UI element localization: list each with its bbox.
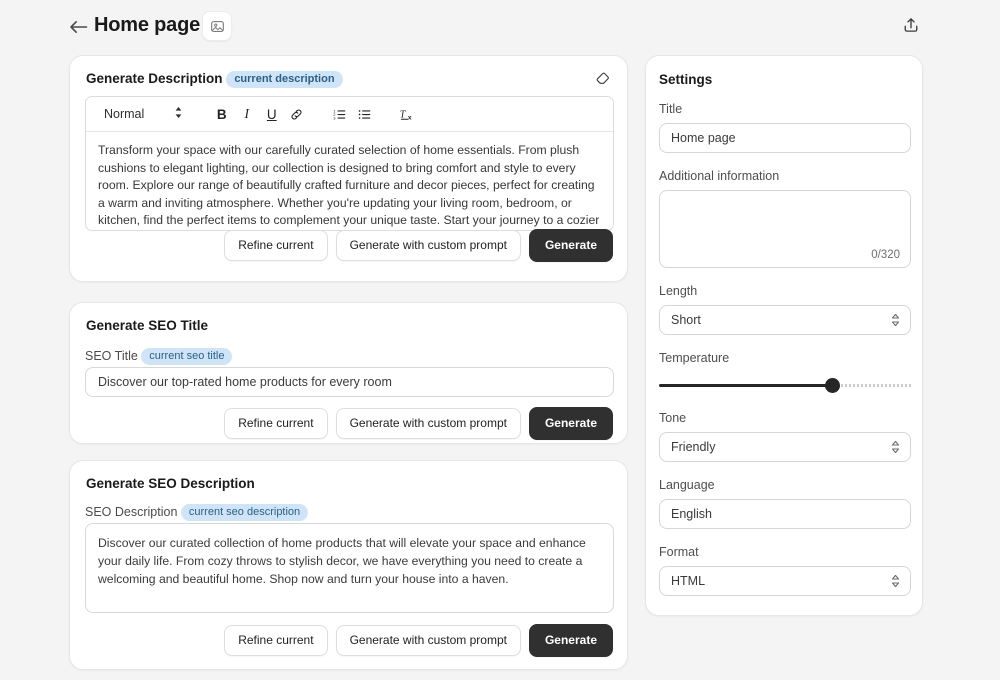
settings-format-label: Format [659, 545, 699, 559]
settings-length-select[interactable]: Short [659, 305, 911, 335]
current-description-chip: current description [226, 71, 343, 89]
bold-button[interactable]: B [209, 102, 234, 127]
seo-description-label-text: SEO Description [85, 504, 178, 519]
settings-temperature-label: Temperature [659, 351, 730, 365]
settings-length-label: Length [659, 284, 698, 298]
editor-style-value: Normal [104, 107, 145, 121]
editor-style-select[interactable]: Normal [94, 101, 191, 127]
settings-tone-select[interactable]: Friendly [659, 432, 911, 462]
generate-description-card: Generate Description current description… [69, 55, 628, 282]
eraser-icon [596, 72, 609, 84]
svg-text:3: 3 [333, 115, 336, 120]
refine-current-description-button[interactable]: Refine current [224, 230, 328, 261]
seo-title-label-text: SEO Title [85, 348, 138, 363]
share-export-button[interactable] [900, 14, 922, 36]
settings-language-input[interactable]: English [659, 499, 911, 529]
clear-format-icon: T x [400, 109, 412, 122]
settings-additional-label: Additional information [659, 169, 780, 183]
settings-temperature-group: Temperature [659, 351, 911, 393]
bullet-list-icon [359, 109, 371, 119]
clear-format-button[interactable]: T x [395, 102, 420, 127]
refine-current-seo-title-button[interactable]: Refine current [224, 408, 328, 439]
image-icon [210, 20, 224, 32]
ordered-list-icon: 1 2 3 [333, 108, 346, 120]
temperature-slider[interactable] [659, 378, 911, 393]
seo-title-field-label: SEO Title current seo title [85, 348, 233, 366]
settings-tone-value: Friendly [671, 440, 716, 454]
card-title-description: Generate Description current description [86, 71, 343, 89]
ordered-list-button[interactable]: 1 2 3 [327, 102, 352, 127]
clear-description-button[interactable] [593, 69, 613, 89]
rich-text-editor: Normal B I U 1 2 3 T x Transform your sp… [85, 96, 614, 231]
generate-seo-title-card: Generate SEO Title SEO Title current seo… [69, 302, 628, 444]
settings-title-label: Title [659, 102, 683, 116]
card-title-seo-description: Generate SEO Description [86, 476, 255, 491]
link-button[interactable] [284, 102, 309, 127]
settings-format-value: HTML [671, 574, 706, 588]
settings-format-select[interactable]: HTML [659, 566, 911, 596]
slider-filled-track [659, 384, 833, 387]
settings-language-group: Language English [659, 478, 911, 529]
page-header: Home page [0, 0, 1000, 52]
page-title: Home page [94, 14, 201, 36]
underline-button[interactable]: U [259, 102, 284, 127]
chevron-updown-icon [891, 574, 900, 588]
description-actions: Refine current Generate with custom prom… [224, 229, 613, 262]
image-icon-button[interactable] [202, 11, 232, 41]
italic-button[interactable]: I [234, 102, 259, 127]
editor-toolbar: Normal B I U 1 2 3 T x [86, 97, 613, 132]
settings-title-value: Home page [671, 131, 736, 145]
settings-panel: Settings Title Home page Additional info… [645, 55, 923, 616]
bullet-list-button[interactable] [352, 102, 377, 127]
generate-custom-prompt-seo-title-button[interactable]: Generate with custom prompt [335, 408, 521, 439]
settings-format-group: Format HTML [659, 545, 911, 596]
svg-text:x: x [408, 115, 412, 122]
generate-custom-prompt-seo-description-button[interactable]: Generate with custom prompt [335, 625, 521, 656]
app-root: Home page Generate Description current d… [0, 0, 1000, 680]
card-title-seo-title: Generate SEO Title [86, 318, 209, 333]
settings-additional-group: Additional information 0/320 [659, 169, 911, 268]
settings-additional-textarea[interactable]: 0/320 [659, 190, 911, 268]
chevron-updown-icon [891, 440, 900, 454]
current-seo-description-chip: current seo description [180, 504, 309, 522]
seo-description-field-label: SEO Description current seo description [85, 504, 309, 522]
generate-seo-description-button[interactable]: Generate [528, 624, 613, 657]
current-seo-title-chip: current seo title [141, 348, 233, 366]
share-export-icon [904, 18, 918, 32]
settings-title-input[interactable]: Home page [659, 123, 911, 153]
generate-seo-description-card: Generate SEO Description SEO Description… [69, 460, 628, 670]
settings-length-value: Short [671, 313, 701, 327]
card-title-text: Generate Description [86, 71, 223, 87]
chevron-updown-icon [174, 106, 183, 122]
slider-remaining-track [832, 384, 911, 387]
description-editor-body[interactable]: Transform your space with our carefully … [86, 132, 613, 230]
settings-title-group: Title Home page [659, 102, 911, 153]
generate-seo-title-button[interactable]: Generate [528, 407, 613, 440]
generate-custom-prompt-description-button[interactable]: Generate with custom prompt [335, 230, 521, 261]
settings-additional-counter: 0/320 [871, 249, 900, 261]
settings-title: Settings [659, 72, 713, 87]
settings-length-group: Length Short [659, 284, 911, 335]
slider-thumb[interactable] [825, 378, 841, 393]
settings-tone-label: Tone [659, 411, 687, 425]
settings-language-value: English [671, 507, 712, 521]
refine-current-seo-description-button[interactable]: Refine current [224, 625, 328, 656]
link-icon [291, 109, 302, 119]
chevron-updown-icon [891, 313, 900, 327]
settings-language-label: Language [659, 478, 715, 492]
generate-description-button[interactable]: Generate [528, 229, 613, 262]
seo-title-input[interactable] [85, 367, 614, 397]
back-arrow-icon[interactable] [68, 17, 88, 37]
seo-description-textarea[interactable]: Discover our curated collection of home … [85, 523, 614, 613]
settings-tone-group: Tone Friendly [659, 411, 911, 462]
seo-description-actions: Refine current Generate with custom prom… [224, 624, 613, 657]
seo-title-actions: Refine current Generate with custom prom… [224, 407, 613, 440]
